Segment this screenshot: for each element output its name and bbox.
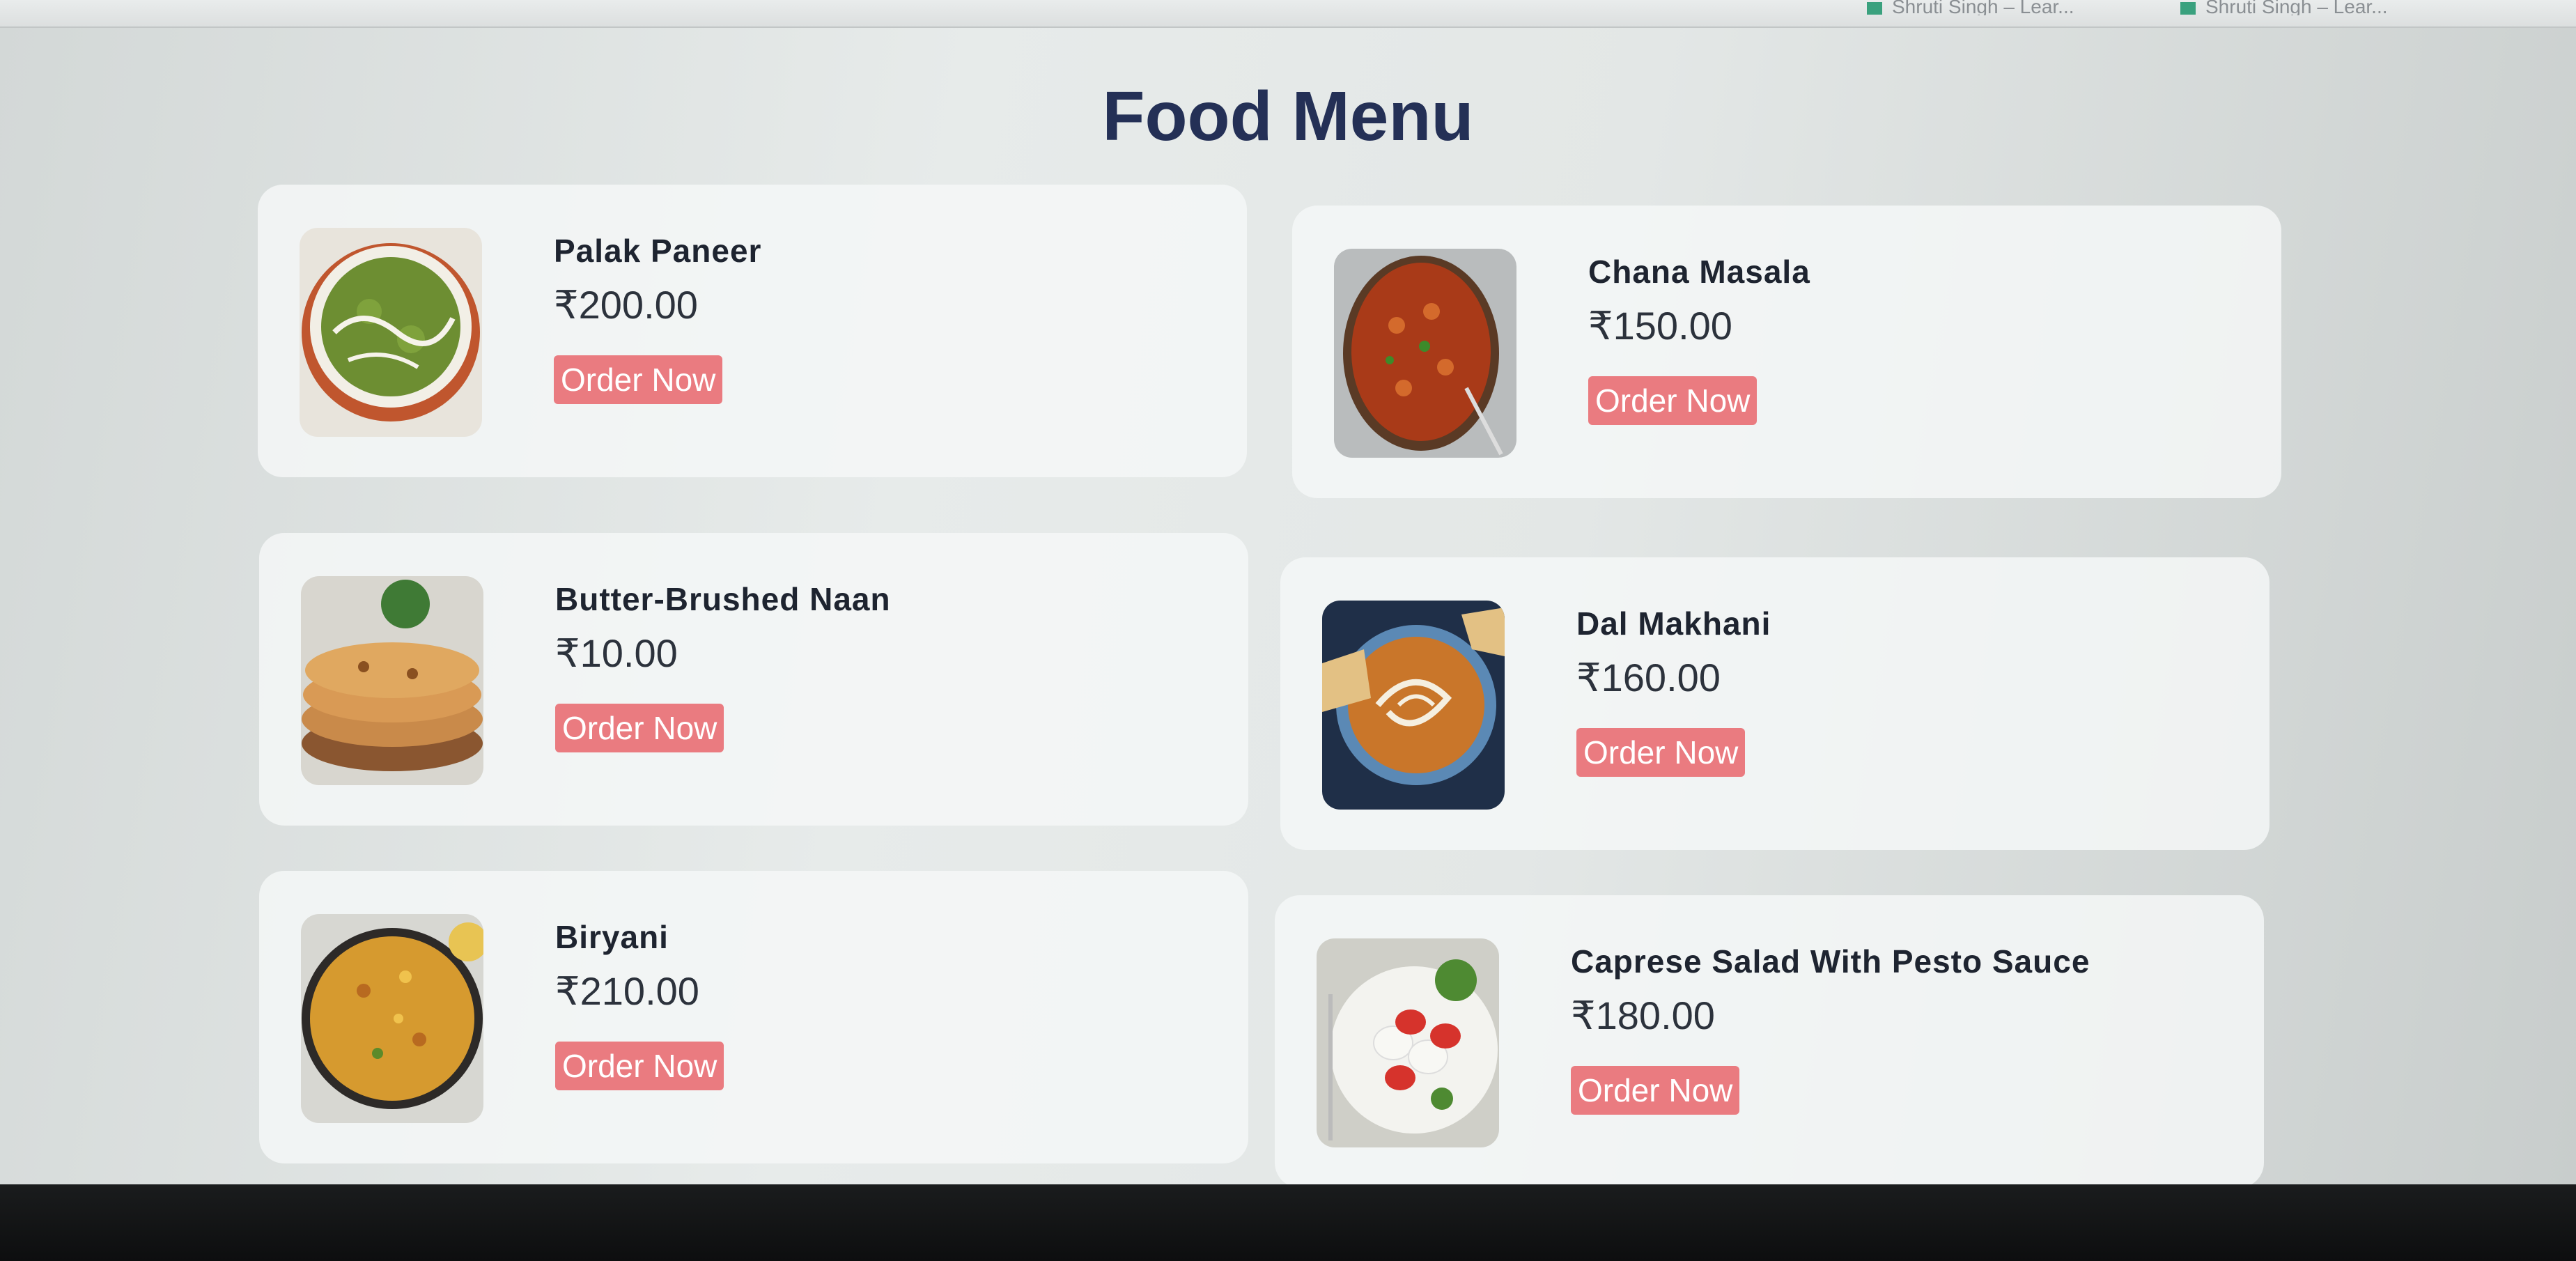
naan-image bbox=[301, 576, 483, 785]
item-price: ₹210.00 bbox=[555, 969, 699, 1013]
palak-paneer-image bbox=[300, 228, 482, 437]
caprese-salad-image bbox=[1317, 938, 1499, 1147]
menu-card: Caprese Salad With Pesto Sauce ₹180.00 O… bbox=[1275, 895, 2264, 1188]
menu-card: Chana Masala ₹150.00 Order Now bbox=[1292, 206, 2281, 498]
order-now-button[interactable]: Order Now bbox=[555, 1042, 724, 1090]
order-now-button[interactable]: Order Now bbox=[1588, 376, 1758, 425]
item-price: ₹160.00 bbox=[1576, 656, 1721, 699]
chana-masala-image bbox=[1334, 249, 1516, 458]
browser-tab[interactable]: Shruti Singh – Lear... bbox=[2180, 0, 2576, 15]
browser-tab-label: Shruti Singh – Lear... bbox=[2205, 0, 2388, 15]
item-name: Palak Paneer bbox=[554, 233, 762, 269]
item-name: Caprese Salad With Pesto Sauce bbox=[1571, 943, 2090, 980]
menu-card: Palak Paneer ₹200.00 Order Now bbox=[258, 185, 1247, 477]
screen-bezel bbox=[0, 1184, 2576, 1261]
item-name: Dal Makhani bbox=[1576, 605, 1771, 642]
dal-makhani-image bbox=[1322, 601, 1505, 810]
menu-card: Butter-Brushed Naan ₹10.00 Order Now bbox=[259, 533, 1248, 826]
item-price: ₹180.00 bbox=[1571, 993, 1715, 1037]
page-title: Food Menu bbox=[1102, 77, 1474, 155]
order-now-button[interactable]: Order Now bbox=[554, 355, 723, 404]
item-price: ₹10.00 bbox=[555, 631, 678, 675]
item-name: Biryani bbox=[555, 919, 669, 955]
item-name: Butter-Brushed Naan bbox=[555, 581, 891, 617]
item-price: ₹200.00 bbox=[554, 283, 698, 327]
order-now-button[interactable]: Order Now bbox=[1571, 1066, 1740, 1115]
tab-favicon-icon bbox=[2180, 1, 2196, 15]
item-name: Chana Masala bbox=[1588, 254, 1810, 290]
order-now-button[interactable]: Order Now bbox=[555, 704, 724, 752]
tab-favicon-icon bbox=[1867, 1, 1882, 15]
biryani-image bbox=[301, 914, 483, 1123]
browser-tab-label: Shruti Singh – Lear... bbox=[1892, 0, 2074, 15]
menu-page: Food Menu Palak Paneer ₹200.00 Order Now bbox=[0, 28, 2576, 1188]
menu-card: Biryani ₹210.00 Order Now bbox=[259, 871, 1248, 1163]
item-price: ₹150.00 bbox=[1588, 304, 1732, 348]
menu-card: Dal Makhani ₹160.00 Order Now bbox=[1280, 557, 2269, 850]
order-now-button[interactable]: Order Now bbox=[1576, 728, 1746, 777]
browser-tab-bar: Shruti Singh – Lear... Shruti Singh – Le… bbox=[0, 0, 2576, 28]
